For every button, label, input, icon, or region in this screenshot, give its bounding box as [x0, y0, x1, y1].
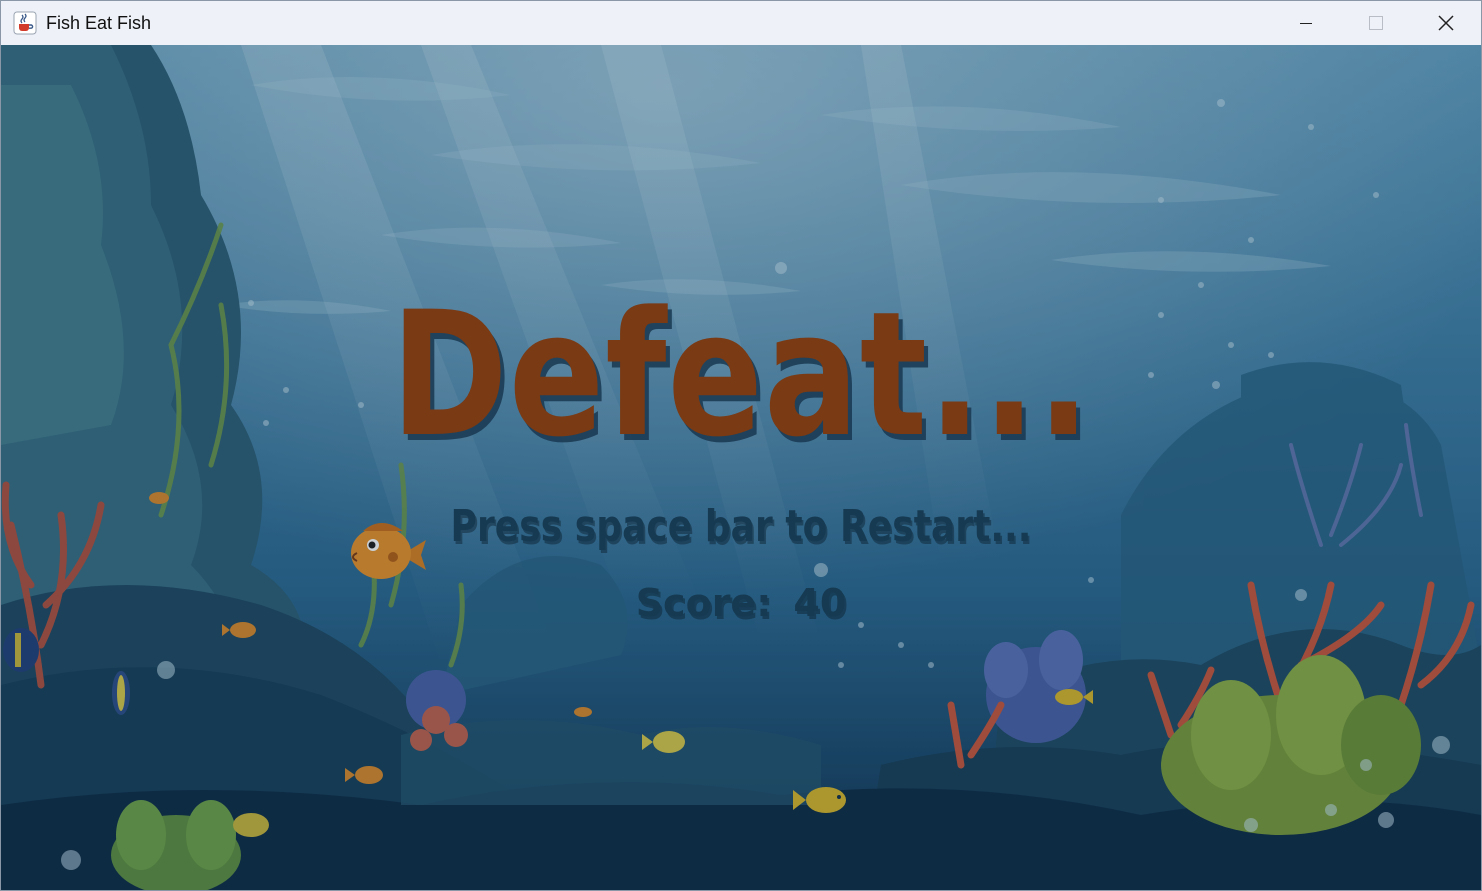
defeat-heading: Defeat... — [390, 274, 1092, 475]
game-canvas[interactable]: Defeat... Press space bar to Restart... … — [1, 45, 1481, 890]
score-display: Score: 40 — [1, 575, 1481, 631]
score-label: Score: — [635, 581, 772, 625]
minimize-button[interactable] — [1271, 1, 1341, 45]
restart-instruction: Press space bar to Restart... — [450, 501, 1032, 552]
title-bar[interactable]: Fish Eat Fish — [1, 1, 1481, 45]
java-cup-icon — [13, 11, 37, 35]
close-button[interactable] — [1411, 1, 1481, 45]
minimize-icon — [1300, 23, 1312, 24]
window-title: Fish Eat Fish — [46, 12, 152, 33]
maximize-button[interactable] — [1341, 1, 1411, 45]
game-window: Fish Eat Fish Defeat... Press space bar … — [0, 0, 1482, 891]
maximize-icon — [1369, 16, 1383, 30]
score-value: 40 — [793, 581, 847, 625]
close-icon — [1438, 15, 1454, 31]
